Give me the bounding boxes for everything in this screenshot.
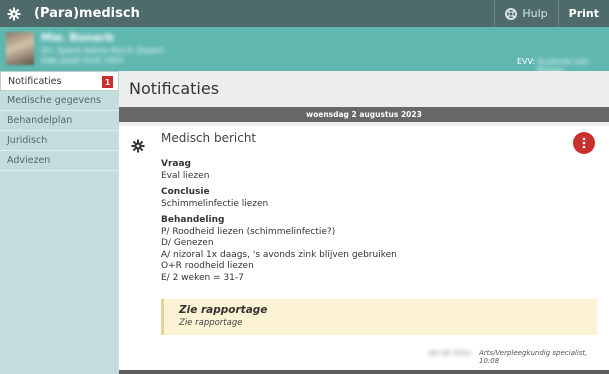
- date-separator: woensdag 2 augustus 2023: [119, 107, 609, 122]
- sidebar-item-medische-gegevens[interactable]: Medische gegevens: [0, 91, 119, 111]
- sidebar-item-behandelplan[interactable]: Behandelplan: [0, 111, 119, 131]
- message-menu-button[interactable]: [573, 132, 595, 154]
- patient-bar: Mw. Bonarb Vri: Speck Kaline Rurch Zeyer…: [0, 27, 609, 75]
- behandeling-line: D/ Genezen: [161, 238, 214, 248]
- app-title: (Para)medisch: [34, 6, 140, 21]
- sidebar-item-label: Medische gegevens: [7, 95, 101, 106]
- page-title: Notificaties: [129, 79, 220, 98]
- note-text: Zie rapportage: [179, 318, 243, 328]
- lifebuoy-icon: [505, 7, 518, 20]
- sidebar: Notificaties 1 Medische gegevens Behande…: [0, 71, 119, 374]
- patient-name: Mw. Bonarb: [41, 31, 114, 44]
- conclusie-label: Conclusie: [161, 187, 210, 197]
- behandeling-line: P/ Roodheid liezen (schimmelinfectie?): [161, 226, 336, 237]
- behandeling-line: A/ nizoral 1x daags, 's avonds zink blij…: [161, 249, 397, 260]
- behandeling-line: O+R roodheid liezen: [161, 261, 254, 271]
- notification-count-badge: 1: [102, 76, 113, 88]
- bottom-divider: [119, 370, 609, 374]
- message-title: Medisch bericht: [161, 131, 257, 145]
- print-button[interactable]: Print: [557, 0, 609, 27]
- sidebar-item-label: Notificaties: [8, 75, 62, 87]
- message-body: Vraag Eval liezen Conclusie Schimmelinfe…: [161, 159, 581, 284]
- rapportage-note[interactable]: Zie rapportage Zie rapportage: [161, 299, 597, 335]
- help-button[interactable]: Hulp: [494, 0, 557, 27]
- help-label: Hulp: [522, 7, 548, 20]
- vraag-value: Eval liezen: [161, 170, 210, 181]
- author-name: Jan de Vries: [429, 349, 471, 357]
- note-title: Zie rapportage: [179, 304, 268, 316]
- top-bar: (Para)medisch Hulp Print: [0, 0, 609, 27]
- gear-icon: [131, 139, 145, 153]
- notification-card: Medisch bericht Vraag Eval liezen Conclu…: [119, 126, 609, 370]
- vraag-label: Vraag: [161, 159, 191, 169]
- patient-birth: Geb.plaat Smit 1955: [41, 56, 124, 65]
- author-role-time: Arts/Verpleegkundig specialist, 10:08: [479, 349, 588, 365]
- behandeling-label: Behandeling: [161, 215, 225, 225]
- conclusie-value: Schimmelinfectie liezen: [161, 198, 269, 209]
- app-gear-icon: [0, 0, 28, 27]
- sidebar-item-label: Juridisch: [7, 135, 48, 146]
- patient-address: Vri: Speck Kaline Rurch Zeyerh: [41, 46, 165, 55]
- patient-avatar: [6, 32, 34, 65]
- sidebar-item-label: Behandelplan: [7, 115, 73, 126]
- behandeling-line: E/ 2 weken = 31-7: [161, 272, 244, 283]
- main-content: Notificaties woensdag 2 augustus 2023 Me…: [119, 71, 609, 374]
- kebab-menu-icon: [582, 137, 586, 149]
- sidebar-item-label: Adviezen: [7, 155, 51, 166]
- evv-label: EVV:: [517, 57, 536, 66]
- sidebar-item-adviezen[interactable]: Adviezen: [0, 151, 119, 171]
- sidebar-item-notificaties[interactable]: Notificaties 1: [0, 71, 119, 91]
- sidebar-item-juridisch[interactable]: Juridisch: [0, 131, 119, 151]
